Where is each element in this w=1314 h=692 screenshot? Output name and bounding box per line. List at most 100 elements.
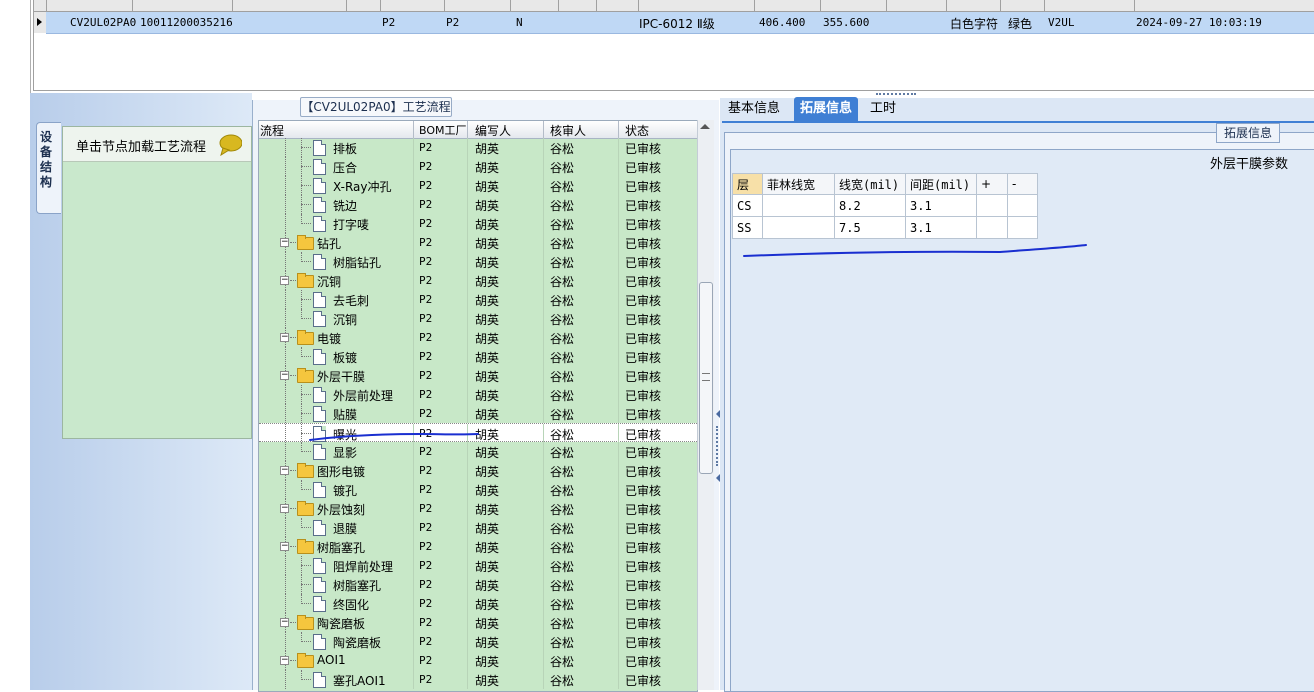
collapse-node-icon[interactable]: − (280, 542, 289, 551)
column-header-spacing[interactable]: 间距(mil) (905, 173, 977, 195)
collapse-node-icon[interactable]: − (280, 238, 289, 247)
author: 胡英 (475, 484, 500, 498)
tree-row[interactable]: 贴膜 P2 胡英 谷松 已审核 (259, 404, 697, 423)
collapse-node-icon[interactable]: − (280, 504, 289, 513)
column-divider (618, 537, 619, 556)
column-header-line-width[interactable]: 线宽(mil) (834, 173, 906, 195)
tree-node-label: 树脂塞孔 (317, 541, 366, 555)
column-divider (543, 461, 544, 480)
table-row[interactable]: CS 8.2 3.1 (732, 194, 1038, 217)
tree-guide-line (285, 404, 286, 423)
tree-row[interactable]: 铣边 P2 胡英 谷松 已审核 (259, 195, 697, 214)
cell-layer[interactable]: SS (732, 216, 763, 239)
cell-film-width[interactable] (762, 194, 835, 217)
tree-row[interactable]: 树脂钻孔 P2 胡英 谷松 已审核 (259, 252, 697, 271)
tree-row[interactable]: 显影 P2 胡英 谷松 已审核 (259, 442, 697, 461)
product-grid[interactable]: CV2UL02PA0 10011200035216 P2 P2 N IPC-60… (33, 0, 1314, 91)
document-icon (313, 197, 326, 213)
column-divider (618, 366, 619, 385)
equipment-tree-box[interactable] (62, 126, 252, 439)
tree-row[interactable]: − 外层干膜 P2 胡英 谷松 已审核 (259, 366, 697, 385)
collapse-node-icon[interactable]: − (280, 371, 289, 380)
collapse-node-icon[interactable]: − (280, 618, 289, 627)
outer-dryfilm-params-table[interactable]: 层 菲林线宽 线宽(mil) 间距(mil) + - CS 8.2 3.1 SS… (732, 173, 1038, 239)
remove-row-button[interactable]: - (1007, 173, 1038, 195)
tree-row[interactable]: − 沉铜 P2 胡英 谷松 已审核 (259, 271, 697, 290)
cell-spacing[interactable]: 3.1 (905, 216, 977, 239)
tree-row[interactable]: 阻焊前处理 P2 胡英 谷松 已审核 (259, 556, 697, 575)
cell-line-width[interactable]: 7.5 (834, 216, 906, 239)
tree-row[interactable]: 板镀 P2 胡英 谷松 已审核 (259, 347, 697, 366)
column-divider (467, 290, 468, 309)
column-header-reviewer[interactable]: 核审人 (550, 122, 586, 139)
collapse-node-icon[interactable]: − (280, 276, 289, 285)
tree-row[interactable]: 终固化 P2 胡英 谷松 已审核 (259, 594, 697, 613)
column-header-film-width[interactable]: 菲林线宽 (762, 173, 835, 195)
tree-row[interactable]: 塞孔AOI1 P2 胡英 谷松 已审核 (259, 670, 697, 689)
column-divider (543, 594, 544, 613)
collapse-node-icon[interactable]: − (280, 466, 289, 475)
cell-add[interactable] (976, 194, 1008, 217)
cell-remove[interactable] (1007, 216, 1038, 239)
cell-layer[interactable]: CS (732, 194, 763, 217)
tree-row[interactable]: 压合 P2 胡英 谷松 已审核 (259, 157, 697, 176)
cell-add[interactable] (976, 216, 1008, 239)
cell-spacing[interactable]: 3.1 (905, 194, 977, 217)
collapse-node-icon[interactable]: − (280, 333, 289, 342)
tree-row[interactable]: − 钻孔 P2 胡英 谷松 已审核 (259, 233, 697, 252)
process-tree-grid[interactable]: 流程 BOM工厂 编写人 核审人 状态 排板 P2 胡英 谷松 已审核 压合 P2 胡英 谷松已… (258, 120, 698, 692)
cell-remove[interactable] (1007, 194, 1038, 217)
tree-row[interactable]: − 电镀 P2 胡英 谷松 已审核 (259, 328, 697, 347)
tree-row[interactable]: 外层前处理 P2 胡英 谷松 已审核 (259, 385, 697, 404)
status: 已审核 (625, 484, 662, 498)
tree-row[interactable]: 树脂塞孔 P2 胡英 谷松 已审核 (259, 575, 697, 594)
tab-work-hours[interactable]: 工时 (864, 97, 902, 121)
tree-node-label: 外层前处理 (333, 389, 394, 403)
tree-scrollbar-thumb[interactable] (699, 282, 713, 474)
tree-row[interactable]: 去毛刺 P2 胡英 谷松 已审核 (259, 290, 697, 309)
process-tree-header: 流程 BOM工厂 编写人 核审人 状态 (259, 121, 697, 139)
tree-row[interactable]: − 外层蚀刻 P2 胡英 谷松 已审核 (259, 499, 697, 518)
tree-guide-line (285, 309, 286, 328)
desktop-strip (0, 0, 31, 690)
tree-row[interactable]: − AOI1 P2 胡英 谷松 已审核 (259, 651, 697, 670)
reviewer: 谷松 (550, 218, 575, 232)
column-header-layer[interactable]: 层 (732, 173, 763, 195)
column-header-author[interactable]: 编写人 (475, 122, 511, 139)
tree-row[interactable]: 沉铜 P2 胡英 谷松 已审核 (259, 309, 697, 328)
column-divider (543, 518, 544, 537)
cell-line-width[interactable]: 8.2 (834, 194, 906, 217)
cell-film-width[interactable] (762, 216, 835, 239)
tab-extended-info[interactable]: 拓展信息 (794, 97, 859, 121)
reviewer: 谷松 (550, 408, 575, 422)
column-header-status[interactable]: 状态 (625, 122, 649, 139)
tab-basic-info[interactable]: 基本信息 (722, 97, 786, 121)
reviewer: 谷松 (550, 142, 575, 156)
tree-row[interactable]: − 树脂塞孔 P2 胡英 谷松 已审核 (259, 537, 697, 556)
author: 胡英 (475, 142, 500, 156)
tree-row[interactable]: 打字唛 P2 胡英 谷松 已审核 (259, 214, 697, 233)
scroll-up-arrow-icon[interactable] (700, 124, 710, 129)
tree-row[interactable]: 曝光 P2 胡英 谷松 已审核 (259, 423, 697, 443)
collapse-node-icon[interactable]: − (280, 656, 289, 665)
add-row-button[interactable]: + (976, 173, 1008, 195)
tree-row[interactable]: − 陶瓷磨板 P2 胡英 谷松 已审核 (259, 613, 697, 632)
column-divider (618, 252, 619, 271)
author: 胡英 (475, 256, 500, 270)
tree-row[interactable]: X-Ray冲孔 P2 胡英 谷松 已审核 (259, 176, 697, 195)
column-header-bom[interactable]: BOM工厂 (419, 122, 467, 138)
tree-node-label: 板镀 (333, 351, 358, 365)
table-row[interactable]: SS 7.5 3.1 (732, 216, 1038, 239)
column-divider (618, 518, 619, 537)
tree-row[interactable]: − 图形电镀 P2 胡英 谷松 已审核 (259, 461, 697, 480)
tree-row[interactable]: 陶瓷磨板 P2 胡英 谷松 已审核 (259, 632, 697, 651)
tree-row[interactable]: 排板 P2 胡英 谷松 已审核 (259, 138, 697, 157)
table-row[interactable]: CV2UL02PA0 10011200035216 P2 P2 N IPC-60… (46, 12, 1314, 34)
tree-guide-line (301, 584, 311, 585)
tree-guide-line (301, 679, 311, 680)
tree-row[interactable]: 镀孔 P2 胡英 谷松 已审核 (259, 480, 697, 499)
column-divider (543, 575, 544, 594)
tree-row[interactable]: 退膜 P2 胡英 谷松 已审核 (259, 518, 697, 537)
speech-bubble-icon[interactable] (218, 134, 242, 156)
column-header-flow[interactable]: 流程 (260, 122, 284, 139)
